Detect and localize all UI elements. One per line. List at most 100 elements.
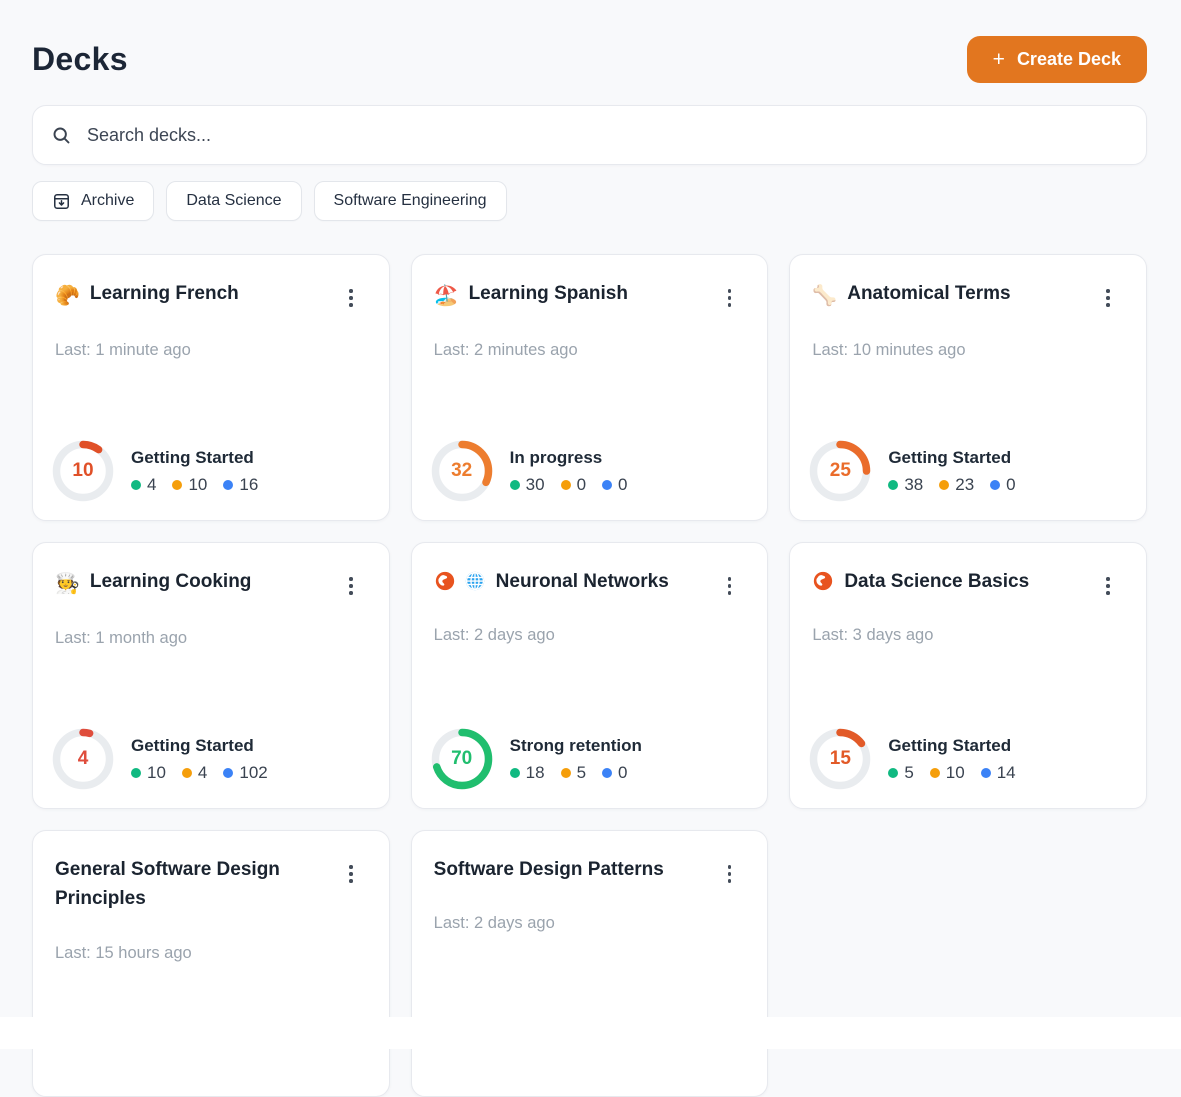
deck-card-7[interactable]: General Software Design Principles Last:… <box>32 830 390 1097</box>
stat-value: 10 <box>188 475 207 495</box>
beach-umbrella-emoji: 🏖️ <box>434 282 459 311</box>
deck-stats: 41016 <box>131 475 258 495</box>
archive-icon <box>52 192 71 211</box>
progress-value: 10 <box>52 440 114 502</box>
stat-value: 10 <box>946 763 965 783</box>
deck-status-label: Getting Started <box>888 448 1015 468</box>
stat-learning: 23 <box>939 475 974 495</box>
deck-status-label: In progress <box>510 448 628 468</box>
stat-value: 23 <box>955 475 974 495</box>
deck-last-reviewed: Last: 1 month ago <box>55 629 367 648</box>
globe-orange-icon <box>434 570 456 592</box>
stat-learning: 10 <box>172 475 207 495</box>
filter-chip-label: Data Science <box>186 192 281 210</box>
deck-card-2[interactable]: 🏖️ Learning Spanish Last: 2 minutes ago … <box>411 254 769 521</box>
create-deck-label: Create Deck <box>1017 49 1121 70</box>
stat-review: 0 <box>602 763 627 783</box>
bone-emoji: 🦴 <box>812 282 837 311</box>
deck-title-row: Software Design Patterns <box>434 855 746 884</box>
deck-title-row: 🦴 Anatomical Terms <box>812 279 1124 311</box>
stat-new: 18 <box>510 763 545 783</box>
stat-learning: 0 <box>561 475 586 495</box>
kebab-menu-icon[interactable] <box>724 285 736 311</box>
stat-dot-icon <box>888 480 898 490</box>
stat-value: 0 <box>1006 475 1015 495</box>
search-input[interactable] <box>87 125 1128 146</box>
stat-dot-icon <box>172 480 182 490</box>
progress-ring: 4 <box>52 728 114 790</box>
kebab-menu-icon[interactable] <box>1102 573 1114 599</box>
stat-learning: 10 <box>930 763 965 783</box>
deck-title: Learning French <box>90 279 239 308</box>
deck-card-3[interactable]: 🦴 Anatomical Terms Last: 10 minutes ago … <box>789 254 1147 521</box>
stat-review: 102 <box>223 763 267 783</box>
stat-dot-icon <box>182 768 192 778</box>
deck-progress: 32 In progress 3000 <box>431 440 628 502</box>
deck-title: Anatomical Terms <box>847 279 1010 308</box>
globe-orange-icon <box>812 570 834 592</box>
deck-last-reviewed: Last: 2 days ago <box>434 914 746 933</box>
deck-status-label: Getting Started <box>888 736 1015 756</box>
progress-value: 32 <box>431 440 493 502</box>
deck-stats: 38 23 0 <box>888 475 1015 495</box>
progress-ring: 10 <box>52 440 114 502</box>
progress-value: 70 <box>431 728 493 790</box>
deck-last-reviewed: Last: 2 days ago <box>434 626 746 645</box>
deck-stats: 1850 <box>510 763 642 783</box>
stat-dot-icon <box>990 480 1000 490</box>
kebab-menu-icon[interactable] <box>345 861 357 887</box>
search-bar[interactable] <box>32 105 1147 165</box>
deck-progress: 70 Strong retention 1850 <box>431 728 642 790</box>
filter-chip-data-science[interactable]: Data Science <box>166 181 301 221</box>
stat-value: 10 <box>147 763 166 783</box>
create-deck-button[interactable]: + Create Deck <box>967 36 1147 83</box>
deck-title: General Software Design Principles <box>55 855 333 914</box>
kebab-menu-icon[interactable] <box>1102 285 1114 311</box>
deck-last-reviewed: Last: 1 minute ago <box>55 341 367 360</box>
progress-value: 15 <box>809 728 871 790</box>
deck-title-row: Neuronal Networks <box>434 567 746 596</box>
progress-value: 4 <box>52 728 114 790</box>
plus-icon: + <box>993 49 1005 70</box>
filter-chip-software-engineering[interactable]: Software Engineering <box>314 181 507 221</box>
deck-card-5[interactable]: Neuronal Networks Last: 2 days ago 70 St… <box>411 542 769 809</box>
deck-status-label: Getting Started <box>131 448 258 468</box>
stat-dot-icon <box>223 768 233 778</box>
kebab-menu-icon[interactable] <box>724 861 736 887</box>
deck-status-label: Strong retention <box>510 736 642 756</box>
deck-title: Learning Cooking <box>90 567 252 596</box>
deck-progress: 25 Getting Started 38230 <box>809 440 1015 502</box>
deck-title-row: 🥐 Learning French <box>55 279 367 311</box>
stat-new: 10 <box>131 763 166 783</box>
filter-chip-archive[interactable]: Archive <box>32 181 154 221</box>
deck-title: Software Design Patterns <box>434 855 664 884</box>
progress-ring: 32 <box>431 440 493 502</box>
kebab-menu-icon[interactable] <box>345 573 357 599</box>
kebab-menu-icon[interactable] <box>345 285 357 311</box>
deck-title-row: 🧑‍🍳 Learning Cooking <box>55 567 367 599</box>
stat-review: 14 <box>981 763 1016 783</box>
deck-card-8[interactable]: Software Design Patterns Last: 2 days ag… <box>411 830 769 1097</box>
stat-new: 38 <box>888 475 923 495</box>
deck-icons: 🦴 <box>812 279 837 311</box>
stat-value: 16 <box>239 475 258 495</box>
stat-dot-icon <box>561 480 571 490</box>
filter-chip-label: Software Engineering <box>334 192 487 210</box>
filter-chip-label: Archive <box>81 192 134 210</box>
deck-last-reviewed: Last: 15 hours ago <box>55 944 367 963</box>
decks-page: Decks + Create Deck Archive <box>0 0 1181 1049</box>
stat-value: 102 <box>239 763 267 783</box>
stat-dot-icon <box>888 768 898 778</box>
stat-value: 30 <box>526 475 545 495</box>
stat-value: 0 <box>618 763 627 783</box>
deck-card-4[interactable]: 🧑‍🍳 Learning Cooking Last: 1 month ago 4… <box>32 542 390 809</box>
stat-value: 5 <box>904 763 913 783</box>
deck-progress: 10 Getting Started 41016 <box>52 440 258 502</box>
deck-card-1[interactable]: 🥐 Learning French Last: 1 minute ago 10 … <box>32 254 390 521</box>
stat-value: 14 <box>997 763 1016 783</box>
deck-icons <box>434 567 486 592</box>
page-header: Decks + Create Deck <box>32 36 1147 83</box>
kebab-menu-icon[interactable] <box>724 573 736 599</box>
stat-dot-icon <box>510 768 520 778</box>
deck-card-6[interactable]: Data Science Basics Last: 3 days ago 15 … <box>789 542 1147 809</box>
